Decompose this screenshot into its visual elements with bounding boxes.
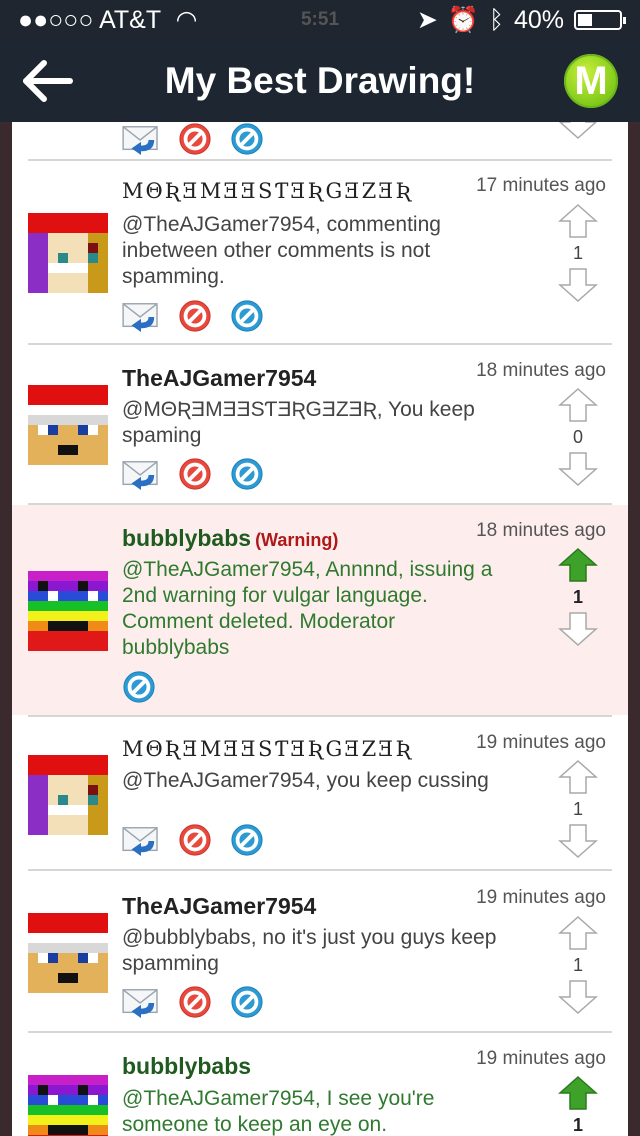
comment-actions: [122, 985, 264, 1019]
location-icon: ➤: [416, 6, 438, 34]
block-icon[interactable]: [230, 299, 264, 333]
block-icon[interactable]: [122, 670, 156, 704]
upvote-icon[interactable]: [558, 387, 598, 423]
avatar[interactable]: [28, 913, 108, 993]
block-icon[interactable]: [230, 985, 264, 1019]
block-icon[interactable]: [230, 823, 264, 857]
comment-list: ΜΘƦƎΜƎƎSƬƎƦGƎZƎƦ 17 minutes ago @TheAJGa…: [12, 122, 628, 1136]
vote-count: 1: [572, 799, 583, 819]
vote-count: 1: [572, 243, 583, 263]
vote-control: 0: [558, 387, 598, 487]
vote-control: [558, 122, 598, 140]
upvote-icon[interactable]: [558, 203, 598, 239]
comment-text: @ΜΘƦƎΜƎƎSƬƎƦGƎZƎƦ, You keep spaming: [122, 398, 475, 447]
comment-item: bubblybabs 19 minutes ago @TheAJGamer795…: [12, 1033, 628, 1136]
comment-author[interactable]: bubblybabs (Warning): [122, 525, 338, 552]
upvote-icon[interactable]: [558, 915, 598, 951]
comment-author-name: bubblybabs: [122, 525, 252, 551]
reply-icon[interactable]: [122, 458, 160, 490]
alarm-icon: ⏰: [447, 6, 479, 34]
comment-item: ΜΘƦƎΜƎƎSƬƎƦGƎZƎƦ 19 minutes ago @TheAJGa…: [12, 717, 628, 869]
avatar[interactable]: [28, 213, 108, 293]
comment-text: @TheAJGamer7954, I see you're someone to…: [122, 1087, 435, 1136]
vote-count: 1: [572, 955, 583, 975]
comment-author[interactable]: ΜΘƦƎΜƎƎSƬƎƦGƎZƎƦ: [122, 737, 413, 761]
downvote-icon[interactable]: [558, 122, 598, 140]
vote-control: 1: [558, 915, 598, 1015]
upvote-icon-active[interactable]: [558, 1075, 598, 1111]
comment-author[interactable]: bubblybabs: [122, 1053, 251, 1080]
reply-icon[interactable]: [122, 986, 160, 1018]
reply-icon[interactable]: [122, 123, 160, 155]
downvote-icon[interactable]: [558, 611, 598, 647]
comment-actions: [122, 122, 264, 156]
comment-time: 18 minutes ago: [476, 360, 606, 381]
report-icon[interactable]: [178, 457, 212, 491]
bluetooth-icon: ᛒ: [488, 6, 504, 34]
reply-icon[interactable]: [122, 824, 160, 856]
page-title: My Best Drawing!: [164, 60, 476, 101]
report-icon[interactable]: [178, 823, 212, 857]
downvote-icon[interactable]: [558, 823, 598, 859]
comment-text: @TheAJGamer7954, you keep cussing: [122, 769, 489, 792]
comment-time: 19 minutes ago: [476, 1048, 606, 1069]
downvote-icon[interactable]: [558, 267, 598, 303]
comment-text: @TheAJGamer7954, commenting inbetween ot…: [122, 213, 441, 288]
comment-item: TheAJGamer7954 19 minutes ago @bubblybab…: [12, 871, 628, 1031]
upvote-icon[interactable]: [558, 759, 598, 795]
downvote-icon[interactable]: [558, 979, 598, 1015]
battery-percent: 40%: [513, 6, 564, 34]
avatar[interactable]: [28, 1075, 108, 1136]
comment-item-warning: bubblybabs (Warning) 18 minutes ago @TheA…: [12, 505, 628, 715]
block-icon[interactable]: [230, 457, 264, 491]
report-icon[interactable]: [178, 985, 212, 1019]
comment-actions: [122, 670, 156, 704]
report-icon[interactable]: [178, 122, 212, 156]
downvote-icon[interactable]: [558, 451, 598, 487]
comment-actions: [122, 823, 264, 857]
avatar[interactable]: [28, 385, 108, 465]
upvote-icon-active[interactable]: [558, 547, 598, 583]
avatar[interactable]: [28, 755, 108, 835]
comment-time: 18 minutes ago: [476, 520, 606, 541]
vote-control: 1: [558, 203, 598, 303]
comment-text: @TheAJGamer7954, Annnnd, issuing a 2nd w…: [122, 558, 493, 659]
user-badge-icon[interactable]: M: [564, 54, 618, 108]
comment-author[interactable]: TheAJGamer7954: [122, 893, 316, 920]
report-icon[interactable]: [178, 299, 212, 333]
comment-time: 17 minutes ago: [476, 175, 606, 196]
vote-count: 1: [572, 587, 583, 607]
comment-time: 19 minutes ago: [476, 732, 606, 753]
comment-actions: [122, 299, 264, 333]
vote-control: 1: [558, 1075, 598, 1136]
status-right: ➤ ⏰ ᛒ 40%: [416, 0, 626, 40]
nav-bar: My Best Drawing! M: [0, 40, 640, 122]
comment-item: ΜΘƦƎΜƎƎSƬƎƦGƎZƎƦ 17 minutes ago @TheAJGa…: [12, 161, 628, 343]
status-bar: ●●○○○ AT&T ◠ 5:51 ➤ ⏰ ᛒ 40%: [0, 0, 640, 40]
comment-text: @bubblybabs, no it's just you guys keep …: [122, 926, 497, 975]
vote-control: 1: [558, 547, 598, 647]
comment-author[interactable]: ΜΘƦƎΜƎƎSƬƎƦGƎZƎƦ: [122, 179, 413, 203]
reply-icon[interactable]: [122, 300, 160, 332]
warning-label: (Warning): [255, 530, 339, 550]
vote-count: 1: [572, 1115, 583, 1135]
comment-author[interactable]: TheAJGamer7954: [122, 365, 316, 392]
comment-item: TheAJGamer7954 18 minutes ago @ΜΘƦƎΜƎƎSƬ…: [12, 345, 628, 503]
avatar[interactable]: [28, 571, 108, 651]
battery-icon: [574, 10, 626, 30]
vote-count: 0: [572, 427, 583, 447]
comment-time: 19 minutes ago: [476, 887, 606, 908]
comment-actions: [122, 457, 264, 491]
block-icon[interactable]: [230, 122, 264, 156]
vote-control: 1: [558, 759, 598, 859]
comment-item-partial: [12, 122, 628, 160]
